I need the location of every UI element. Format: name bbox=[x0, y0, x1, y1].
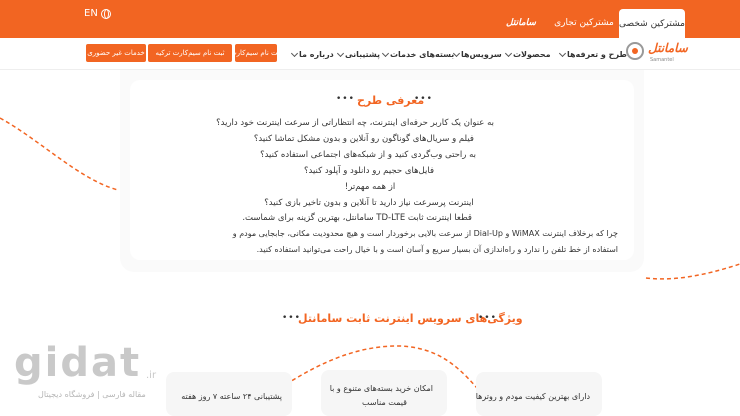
tab-personal-label: مشترکین شخصی bbox=[619, 18, 685, 29]
menu-about[interactable]: درباره ما bbox=[290, 49, 334, 59]
intro-line: اینترنت پرسرعت نیاز دارید تا آنلاین و بد… bbox=[264, 198, 474, 208]
feature-card-text: پشتیبانی ۲۴ ساعته ۷ روز هفته bbox=[181, 392, 282, 401]
logo-icon bbox=[626, 42, 644, 60]
feature-card-packages: امکان خرید بسته‌های متنوع و با قیمت مناس… bbox=[321, 370, 447, 416]
turkey-sim-register-button[interactable]: ثبت نام سیم‌کارت ترکیه bbox=[148, 44, 232, 62]
menu-packages-label: بسته‌های خدمات bbox=[390, 50, 455, 59]
menu-packages[interactable]: بسته‌های خدمات bbox=[381, 49, 455, 59]
menu-services-label: سرویس‌ها bbox=[461, 50, 502, 59]
sim-register-button[interactable]: ثبت نام سیم‌کارت bbox=[230, 44, 282, 62]
menu-products[interactable]: محصولات bbox=[504, 49, 551, 59]
chevron-down-icon bbox=[504, 49, 513, 57]
watermark-brand: gidat bbox=[14, 340, 142, 386]
menu-products-label: محصولات bbox=[513, 50, 551, 59]
watermark-sub: مقاله فارسی | فروشگاه دیجیتال bbox=[38, 390, 146, 399]
intro-dots-left: ••• bbox=[336, 94, 355, 104]
language-switch[interactable]: EN bbox=[84, 8, 111, 19]
feature-card-text: قیمت مناسب bbox=[362, 398, 407, 407]
site-logo[interactable]: سامانتل Samantel bbox=[626, 40, 704, 68]
features-dots-right: ••• bbox=[478, 313, 497, 323]
tab-business[interactable]: مشترکین تجاری bbox=[552, 8, 616, 38]
logo-subtext: Samantel bbox=[650, 57, 674, 63]
intro-line: استفاده از خط تلفن را ندارد و راه‌اندازی… bbox=[256, 245, 618, 254]
chevron-down-icon bbox=[290, 49, 299, 57]
top-bar: EN مشترکین شخصی مشترکین تجاری سامانتل bbox=[0, 0, 740, 38]
menu-services[interactable]: سرویس‌ها bbox=[452, 49, 502, 59]
watermark: gidat .ir مقاله فارسی | فروشگاه دیجیتال bbox=[14, 340, 164, 410]
main-nav: سامانتل Samantel طرح و تعرفه‌ها محصولات … bbox=[0, 38, 740, 70]
chevron-down-icon bbox=[381, 49, 390, 57]
feature-card-text: امکان خرید بسته‌های متنوع و با bbox=[329, 384, 433, 393]
feature-card-modem: دارای بهترین کیفیت مودم و روترها bbox=[476, 372, 602, 416]
menu-plans[interactable]: طرح و تعرفه‌ها bbox=[558, 49, 627, 59]
tab-brand-label: سامانتل bbox=[506, 18, 536, 28]
intro-line: از همه مهم‌تر! bbox=[344, 182, 396, 192]
tab-business-label: مشترکین تجاری bbox=[554, 18, 614, 28]
chevron-down-icon bbox=[558, 49, 567, 57]
logo-text: سامانتل bbox=[648, 41, 688, 55]
menu-about-label: درباره ما bbox=[299, 50, 334, 59]
menu-plans-label: طرح و تعرفه‌ها bbox=[567, 50, 627, 59]
tab-personal[interactable]: مشترکین شخصی bbox=[619, 9, 685, 38]
tab-brand[interactable]: سامانتل bbox=[494, 8, 548, 38]
menu-support[interactable]: پشتیبانی bbox=[336, 49, 381, 59]
menu-support-label: پشتیبانی bbox=[345, 50, 381, 59]
intro-line: فایل‌های حجیم رو دانلود و آپلود کنید؟ bbox=[303, 166, 435, 176]
intro-dots-right: ••• bbox=[414, 94, 433, 104]
feature-card-support: پشتیبانی ۲۴ ساعته ۷ روز هفته bbox=[166, 372, 292, 416]
watermark-tld: .ir bbox=[146, 370, 157, 381]
online-services-button[interactable]: خدمات غیر حضوری bbox=[86, 44, 146, 62]
intro-line: به راحتی وب‌گردی کنید و از شبکه‌های اجتم… bbox=[260, 150, 476, 160]
intro-line: به عنوان یک کاربر حرفه‌ای اینترنت، چه ان… bbox=[216, 118, 494, 128]
chevron-down-icon bbox=[336, 49, 345, 57]
globe-icon bbox=[100, 8, 111, 19]
feature-card-text: دارای بهترین کیفیت مودم و روترها bbox=[475, 392, 590, 401]
intro-line: قطعا اینترنت ثابت TD-LTE سامانتل، بهترین… bbox=[242, 213, 472, 223]
intro-line: فیلم و سریال‌های گوناگون رو آنلاین و بدو… bbox=[253, 134, 474, 144]
lang-label: EN bbox=[84, 8, 98, 19]
intro-line: چرا که برخلاف اینترنت WiMAX و Dial-Up از… bbox=[232, 229, 618, 238]
